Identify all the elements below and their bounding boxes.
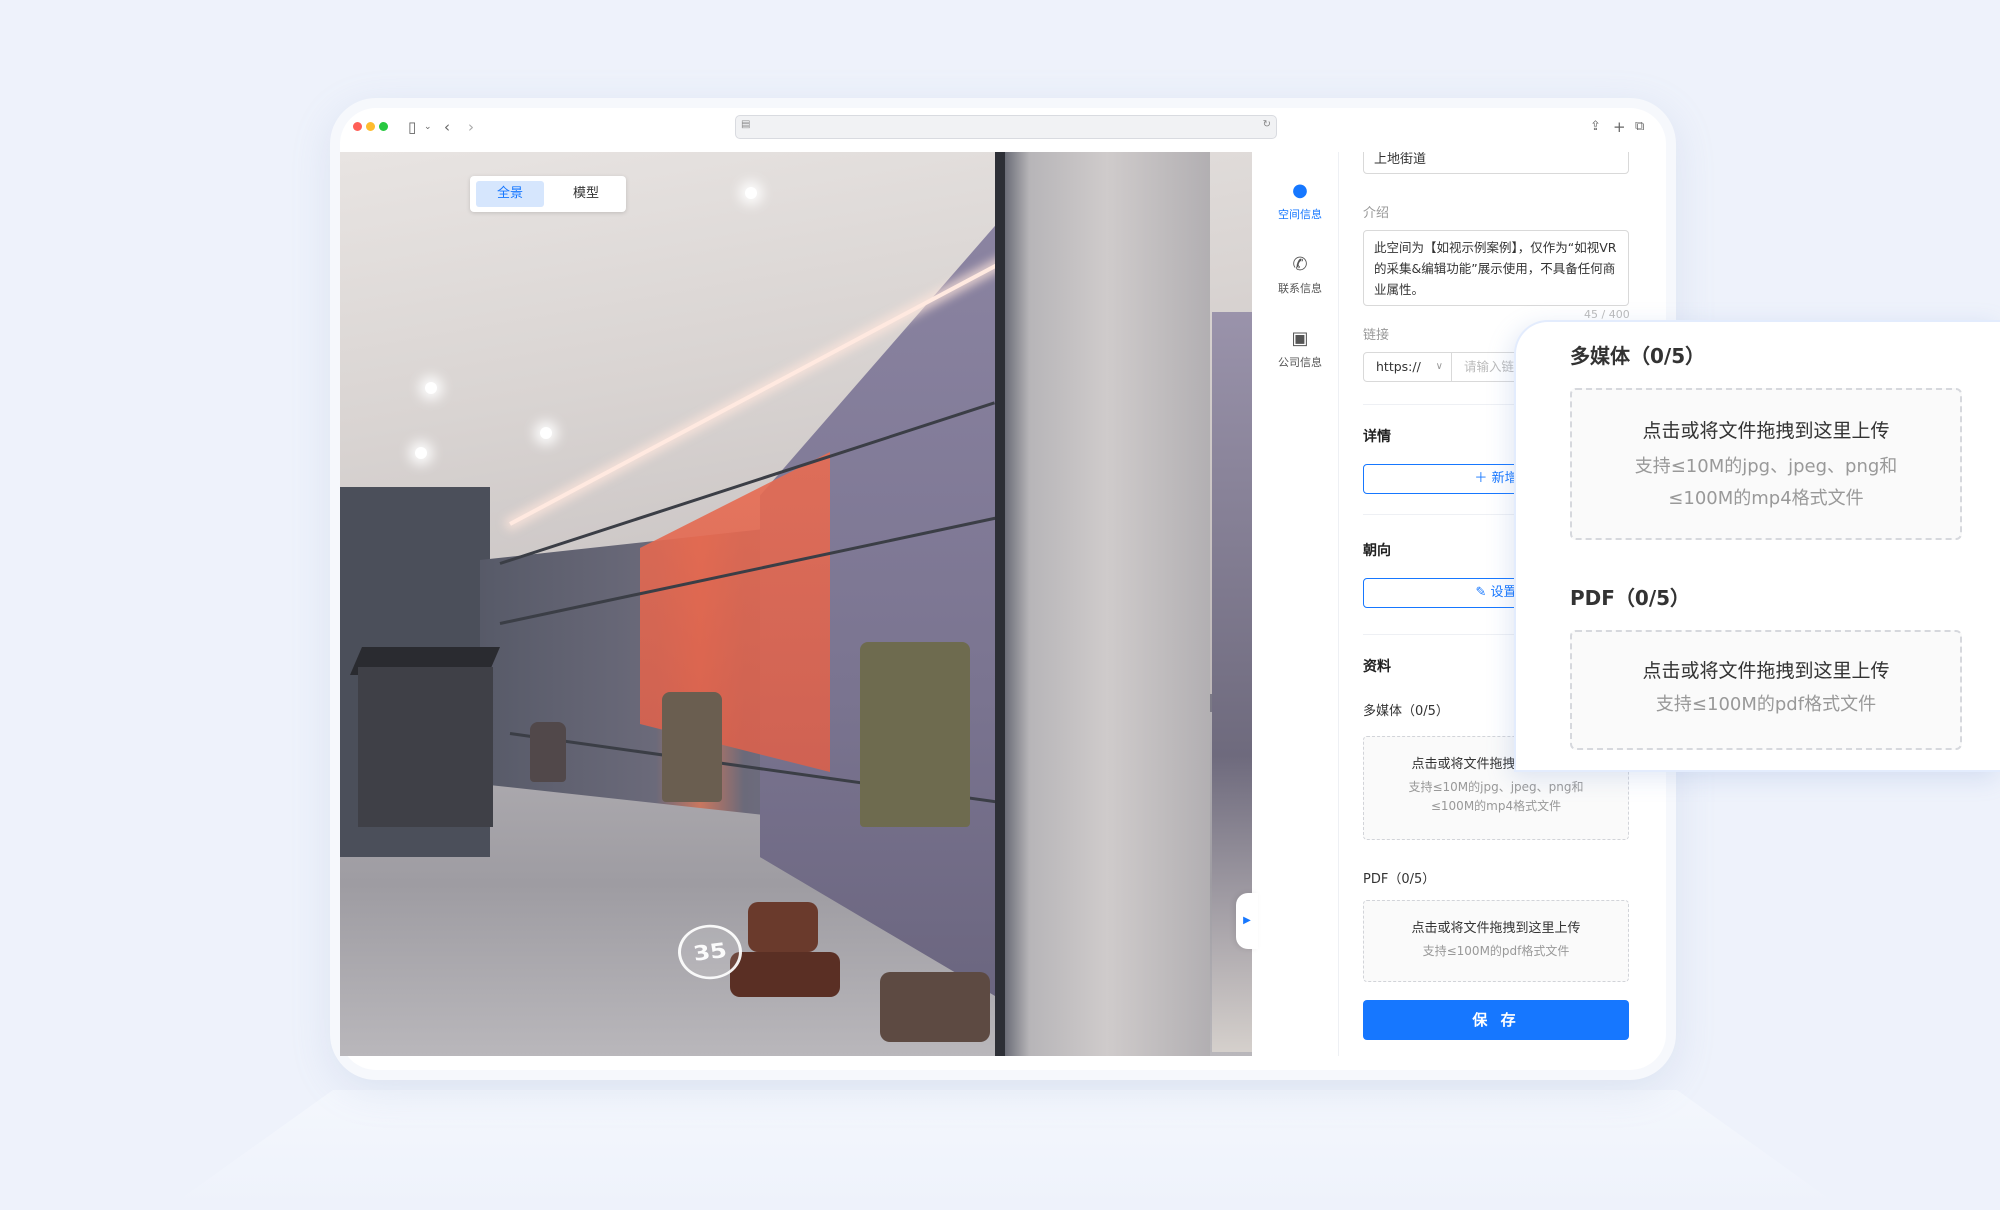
media-label: 多媒体（0/5） [1363, 704, 1449, 719]
nav-item-company-info[interactable]: ▣ 公司信息 [1262, 328, 1338, 370]
reload-icon[interactable]: ↻ [1263, 119, 1271, 130]
orientation-title: 朝向 [1363, 543, 1391, 559]
zoom-dot[interactable] [379, 122, 388, 131]
media-drop-hint: 支持≤10M的jpg、jpeg、png和 [1408, 780, 1584, 794]
chevron-down-icon: ∨ [1435, 361, 1443, 372]
zoom-media-label: 多媒体（0/5） [1570, 344, 1706, 368]
nav-item-contact-info[interactable]: ✆ 联系信息 [1262, 254, 1338, 296]
link-label: 链接 [1363, 328, 1390, 343]
plus-icon: ＋ [1474, 471, 1488, 486]
ceiling-light [425, 382, 437, 394]
set-orientation-label: 设置 [1490, 585, 1517, 600]
zoom-callout-card: 多媒体（0/5） 点击或将文件拖拽到这里上传 支持≤10M的jpg、jpeg、p… [1514, 320, 2000, 772]
tabs-icon[interactable]: ⧉ [1635, 116, 1644, 138]
page-icon: ▤ [741, 119, 751, 130]
address-bar[interactable]: ▤ ↻ [735, 115, 1277, 139]
zoom-pdf-drop-hint: 支持≤100M的pdf格式文件 [1655, 694, 1877, 715]
briefcase-icon: ▣ [1291, 328, 1309, 349]
zoom-media-drop-title: 点击或将文件拖拽到这里上传 [1642, 420, 1890, 442]
chat-bubble-icon: ● [1292, 180, 1308, 201]
pdf-drop-title: 点击或将文件拖拽到这里上传 [1411, 921, 1581, 936]
media-drop-hint: ≤100M的mp4格式文件 [1430, 799, 1562, 813]
jacket [860, 642, 970, 827]
tab-panorama[interactable]: 全景 [476, 181, 544, 207]
materials-title: 资料 [1363, 659, 1391, 675]
minimize-dot[interactable] [366, 122, 375, 131]
bag [880, 972, 990, 1042]
intro-label: 介绍 [1363, 206, 1390, 221]
stage-floor [165, 1090, 1845, 1210]
sidebar-icon[interactable]: ▯ [408, 116, 416, 138]
zoom-media-upload-zone[interactable]: 点击或将文件拖拽到这里上传 支持≤10M的jpg、jpeg、png和 ≤100M… [1570, 388, 1962, 540]
save-button[interactable]: 保 存 [1363, 1000, 1629, 1040]
new-tab-icon[interactable]: + [1613, 116, 1626, 138]
nav-item-label: 公司信息 [1278, 356, 1322, 369]
intro-textarea[interactable]: 此空间为【如视示例案例】，仅作为“如视VR的采集&编辑功能”展示使用，不具备任何… [1363, 230, 1629, 306]
handbag [748, 902, 818, 952]
chevron-down-icon[interactable]: ⌄ [424, 116, 432, 138]
close-dot[interactable] [353, 122, 362, 131]
zoom-pdf-label: PDF（0/5） [1570, 586, 1691, 610]
nav-item-label: 联系信息 [1278, 282, 1322, 295]
side-nav: ● 空间信息 ✆ 联系信息 ▣ 公司信息 [1262, 152, 1339, 1056]
zoom-pdf-upload-zone[interactable]: 点击或将文件拖拽到这里上传 支持≤100M的pdf格式文件 [1570, 630, 1962, 750]
zoom-pdf-drop-title: 点击或将文件拖拽到这里上传 [1642, 660, 1890, 682]
phone-icon: ✆ [1292, 254, 1308, 275]
zoom-media-drop-hint: 支持≤10M的jpg、jpeg、png和 [1634, 456, 1898, 477]
view-toggle: 全景 模型 [470, 176, 626, 212]
ceiling-light [415, 447, 427, 459]
pdf-upload-zone[interactable]: 点击或将文件拖拽到这里上传 支持≤100M的pdf格式文件 [1363, 900, 1629, 982]
collapse-panel-button[interactable]: ▶ [1236, 893, 1258, 949]
forward-icon[interactable]: › [468, 116, 474, 138]
back-icon[interactable]: ‹ [444, 116, 450, 138]
display-island [358, 667, 493, 827]
zoom-media-drop-hint: ≤100M的mp4格式文件 [1668, 488, 1864, 509]
ceiling-light [745, 187, 757, 199]
pdf-label: PDF（0/5） [1363, 872, 1436, 887]
nav-item-space-info[interactable]: ● 空间信息 [1262, 180, 1338, 222]
share-icon[interactable]: ⇪ [1590, 116, 1601, 138]
column [1005, 152, 1210, 1056]
address-input[interactable]: 上地街道 [1363, 152, 1629, 174]
jacket [530, 722, 566, 782]
pdf-drop-hint: 支持≤100M的pdf格式文件 [1422, 944, 1570, 958]
browser-toolbar: ▯ ⌄ ‹ › ▤ ↻ ⇪ + ⧉ [340, 108, 1666, 152]
hotspot-number: 35 [691, 938, 729, 966]
jacket [662, 692, 722, 802]
suitcase [730, 952, 840, 997]
edit-icon: ✎ [1475, 585, 1487, 600]
panorama-viewer[interactable]: 35 全景 模型 [340, 152, 1252, 1056]
details-title: 详情 [1363, 429, 1391, 445]
ceiling-light [540, 427, 552, 439]
protocol-select[interactable]: https:// ∨ [1364, 353, 1452, 381]
tab-model[interactable]: 模型 [552, 181, 620, 207]
protocol-value: https:// [1376, 359, 1421, 374]
nav-item-label: 空间信息 [1278, 208, 1322, 221]
